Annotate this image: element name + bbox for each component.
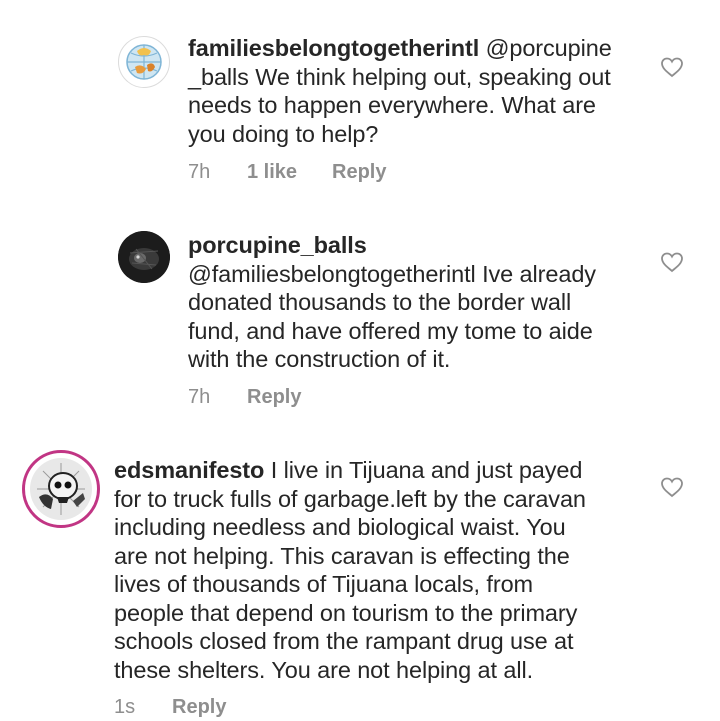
timestamp: 7h	[188, 386, 211, 408]
comment-meta: 7h 1 like Reply	[188, 158, 488, 186]
comment-meta: 7h Reply	[188, 383, 488, 411]
username[interactable]: edsmanifesto	[114, 457, 264, 483]
comment-reply-2: porcupine_balls @familiesbelongtogetheri…	[0, 200, 720, 430]
avatar[interactable]	[22, 450, 100, 528]
comment-3: edsmanifesto I live in Tijuana and just …	[0, 430, 720, 720]
heart-icon[interactable]	[659, 250, 685, 274]
globe-hands-icon	[126, 44, 162, 80]
heart-icon[interactable]	[659, 475, 685, 499]
comment-meta: 1s Reply	[114, 693, 414, 721]
likes-count[interactable]: 1 like	[247, 158, 297, 186]
comment-reply-1: familiesbelongtogetherintl @porcupine _b…	[0, 0, 720, 200]
avatar[interactable]	[118, 36, 170, 88]
comment-text: familiesbelongtogetherintl @porcupine _b…	[188, 35, 612, 147]
username[interactable]: familiesbelongtogetherintl	[188, 35, 479, 61]
timestamp: 1s	[114, 696, 136, 718]
avatar[interactable]	[118, 231, 170, 283]
username[interactable]: porcupine_balls	[188, 232, 367, 258]
skull-icon	[30, 458, 92, 520]
reply-button[interactable]: Reply	[172, 693, 226, 721]
reply-button[interactable]: Reply	[332, 158, 386, 186]
comment-text: edsmanifesto I live in Tijuana and just …	[114, 457, 586, 683]
comment-text: porcupine_balls @familiesbelongtogetheri…	[188, 232, 596, 372]
timestamp: 7h	[188, 161, 211, 183]
dark-animal-icon	[118, 231, 170, 283]
heart-icon[interactable]	[659, 55, 685, 79]
reply-button[interactable]: Reply	[247, 383, 301, 411]
